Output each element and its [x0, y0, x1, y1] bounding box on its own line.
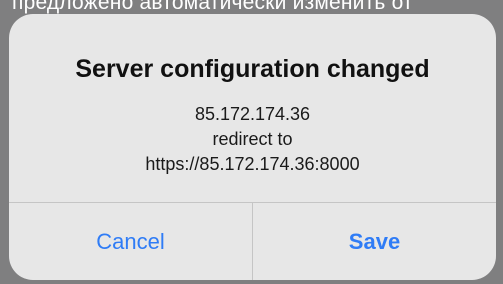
- alert-title: Server configuration changed: [75, 55, 430, 83]
- redirect-url-text: https://85.172.174.36:8000: [145, 154, 360, 174]
- cancel-button[interactable]: Cancel: [9, 203, 252, 280]
- alert-dialog: Server configuration changed 85.172.174.…: [9, 14, 496, 280]
- alert-actions: Cancel Save: [9, 202, 496, 280]
- server-address-text: 85.172.174.36: [194, 104, 311, 124]
- redirect-label: redirect to: [212, 129, 293, 149]
- background-text: предложено автоматически изменить от: [12, 0, 413, 14]
- save-button[interactable]: Save: [252, 203, 496, 280]
- alert-message: 85.172.174.36 redirect to https://85.172…: [9, 102, 496, 177]
- alert-content: Server configuration changed 85.172.174.…: [9, 14, 496, 202]
